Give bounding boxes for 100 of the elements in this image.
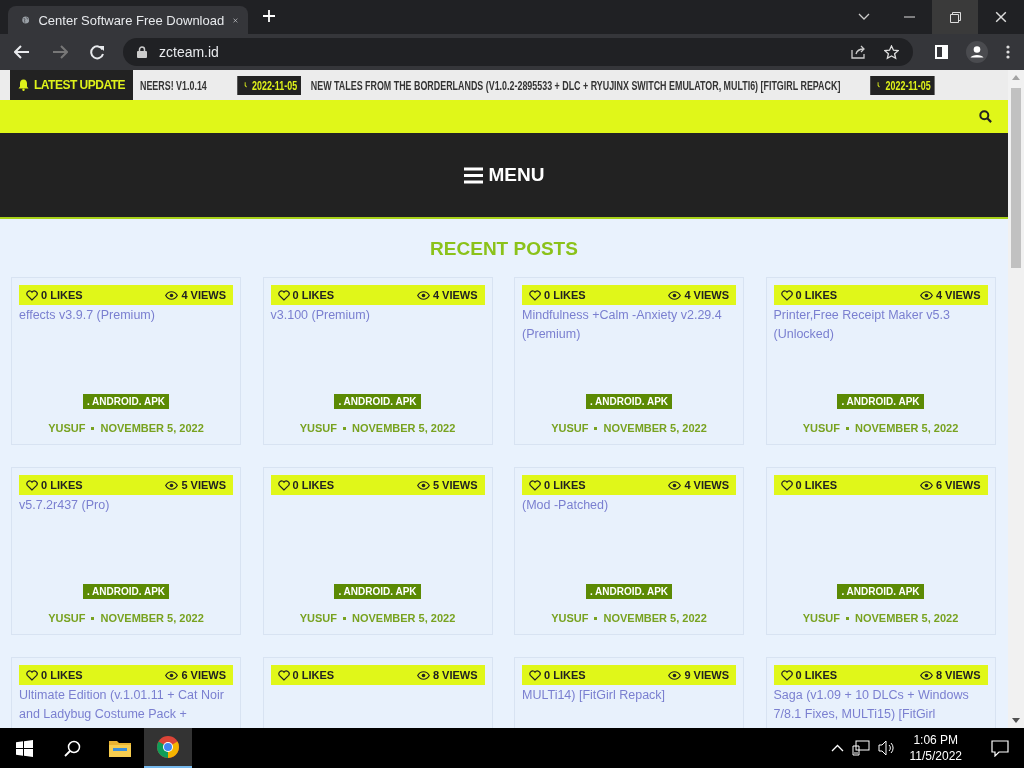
heart-icon xyxy=(780,479,793,491)
likes-count[interactable]: 0 LIKES xyxy=(795,669,838,681)
date-badge: 2022-11-05 xyxy=(870,75,935,95)
back-arrow-icon[interactable] xyxy=(14,45,30,59)
eye-icon xyxy=(165,290,179,300)
share-icon[interactable] xyxy=(851,45,866,59)
views-count: 5 VIEWS xyxy=(432,479,478,491)
windows-logo-icon[interactable] xyxy=(15,739,33,757)
search-icon[interactable] xyxy=(979,110,992,123)
category-tag[interactable]: . ANDROID. APK xyxy=(837,584,924,599)
caret-up-icon[interactable] xyxy=(830,744,844,752)
category-tag[interactable]: . ANDROID. APK xyxy=(837,394,924,409)
author-link[interactable]: YUSUF xyxy=(802,422,840,434)
views-count: 9 VIEWS xyxy=(684,669,729,681)
heart-icon xyxy=(780,289,793,301)
heart-icon xyxy=(277,669,290,681)
likes-count[interactable]: 0 LIKES xyxy=(41,479,83,491)
author-link[interactable]: YUSUF xyxy=(299,612,337,624)
heart-icon xyxy=(26,289,38,301)
speaker-icon[interactable] xyxy=(877,740,896,756)
clock-time[interactable]: 1:06 PM xyxy=(913,732,959,748)
author-link[interactable]: YUSUF xyxy=(48,612,86,624)
likes-count[interactable]: 0 LIKES xyxy=(41,669,83,681)
eye-icon xyxy=(416,670,430,680)
category-tag[interactable]: . ANDROID. APK xyxy=(82,394,170,409)
heart-icon xyxy=(529,669,541,681)
post-title[interactable]: Ultimate Edition (v.1.01.11 + Cat Noir and Ladybug Costume Pack + xyxy=(19,686,233,724)
post-title[interactable]: v3.100 (Premium) xyxy=(270,306,485,325)
eye-icon xyxy=(165,670,179,680)
post-date: NOVEMBER 5, 2022 xyxy=(351,422,456,434)
heart-icon xyxy=(277,479,290,491)
side-panel-icon[interactable] xyxy=(935,45,948,59)
likes-count[interactable]: 0 LIKES xyxy=(292,669,335,681)
menu-icon[interactable] xyxy=(463,166,483,184)
ticker-headline[interactable]: NEW TALES FROM THE BORDERLANDS (V1.0.2-2895533 + DLC + RYUJINX SWITCH EMULATOR, MULTI6) [FITGIRL REPACK] xyxy=(310,77,841,93)
author-link[interactable]: YUSUF xyxy=(802,612,840,624)
author-link[interactable]: YUSUF xyxy=(48,422,86,434)
author-link[interactable]: YUSUF xyxy=(551,612,589,624)
category-tag[interactable]: . ANDROID. APK xyxy=(334,394,421,409)
post-date: NOVEMBER 5, 2022 xyxy=(854,422,959,434)
likes-count[interactable]: 0 LIKES xyxy=(795,479,838,491)
likes-count[interactable]: 0 LIKES xyxy=(292,289,335,301)
new-tab-icon[interactable] xyxy=(262,9,276,23)
reload-icon[interactable] xyxy=(90,44,105,60)
ticker-headline[interactable]: NEERS! V1.0.14 xyxy=(140,77,207,93)
scrollbar[interactable] xyxy=(1008,70,1024,728)
post-title[interactable]: Saga (v1.09 + 10 DLCs + Windows 7/8.1 Fixes, MULTi15) [FitGirl xyxy=(773,686,988,724)
views-count: 4 VIEWS xyxy=(684,479,729,491)
restore-icon[interactable] xyxy=(949,11,961,23)
bookmark-star-icon[interactable] xyxy=(884,44,899,60)
post-title[interactable]: Printer,Free Receipt Maker v5.3 (Unlocked) xyxy=(773,306,988,344)
notification-icon[interactable] xyxy=(991,739,1009,757)
post-title[interactable]: effects v3.9.7 (Premium) xyxy=(19,306,233,325)
likes-count[interactable]: 0 LIKES xyxy=(292,479,335,491)
eye-icon xyxy=(919,290,933,300)
heart-icon xyxy=(26,669,38,681)
post-title[interactable]: (Mod -Patched) xyxy=(522,496,736,515)
menu-label[interactable]: MENU xyxy=(488,164,545,186)
author-link[interactable]: YUSUF xyxy=(299,422,337,434)
eye-icon xyxy=(668,290,682,300)
network-icon[interactable] xyxy=(851,740,870,756)
browser-tab[interactable]: Center Software Free Download xyxy=(8,6,248,34)
likes-count[interactable]: 0 LIKES xyxy=(544,479,586,491)
profile-icon[interactable] xyxy=(966,41,988,63)
views-count: 6 VIEWS xyxy=(935,479,981,491)
views-count: 8 VIEWS xyxy=(935,669,981,681)
post-title[interactable]: Mindfulness +Calm -Anxiety v2.29.4 (Premium) xyxy=(522,306,736,344)
category-tag[interactable]: . ANDROID. APK xyxy=(585,584,673,599)
heart-icon xyxy=(780,669,793,681)
section-heading: RECENT POSTS xyxy=(429,238,579,260)
menu-icon[interactable] xyxy=(1006,45,1010,59)
post-date: NOVEMBER 5, 2022 xyxy=(351,612,456,624)
likes-count[interactable]: 0 LIKES xyxy=(41,289,83,301)
date-badge: 2022-11-05 xyxy=(236,75,302,95)
views-count: 4 VIEWS xyxy=(432,289,478,301)
address-bar[interactable]: zcteam.id xyxy=(123,38,913,66)
eye-icon xyxy=(668,670,682,680)
views-count: 4 VIEWS xyxy=(684,289,729,301)
browser-logo-icon[interactable] xyxy=(157,736,179,758)
forward-arrow-icon[interactable] xyxy=(52,45,68,59)
author-link[interactable]: YUSUF xyxy=(551,422,589,434)
category-tag[interactable]: . ANDROID. APK xyxy=(585,394,673,409)
search-icon[interactable] xyxy=(63,739,81,757)
eye-icon xyxy=(919,480,933,490)
likes-count[interactable]: 0 LIKES xyxy=(544,289,586,301)
category-tag[interactable]: . ANDROID. APK xyxy=(334,584,421,599)
eye-icon xyxy=(416,290,430,300)
close-icon[interactable] xyxy=(995,11,1007,23)
latest-update-label: LATEST UPDATE xyxy=(10,70,134,100)
views-count: 5 VIEWS xyxy=(181,479,226,491)
likes-count[interactable]: 0 LIKES xyxy=(795,289,838,301)
lock-icon[interactable] xyxy=(137,46,147,58)
post-title[interactable]: MULTi14) [FitGirl Repack] xyxy=(522,686,736,705)
views-count: 4 VIEWS xyxy=(181,289,226,301)
clock-date[interactable]: 11/5/2022 xyxy=(909,748,962,764)
likes-count[interactable]: 0 LIKES xyxy=(544,669,586,681)
folder-icon[interactable] xyxy=(109,739,131,757)
category-tag[interactable]: . ANDROID. APK xyxy=(82,584,170,599)
chevron-down-icon[interactable] xyxy=(858,13,870,21)
post-title[interactable]: v5.7.2r437 (Pro) xyxy=(19,496,233,515)
